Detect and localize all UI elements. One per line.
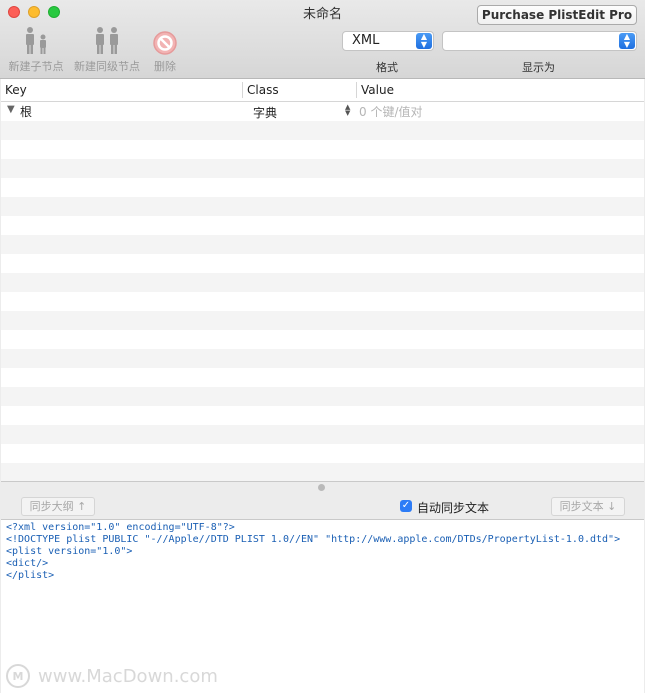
plist-editor-window: 未命名 Purchase PlistEdit Pro 新建子节点 新建同级节点 … (0, 0, 645, 693)
table-row (1, 197, 644, 216)
toolbar: 未命名 Purchase PlistEdit Pro 新建子节点 新建同级节点 … (0, 0, 645, 79)
delete-icon (148, 26, 182, 56)
table-row (1, 178, 644, 197)
table-row (1, 216, 644, 235)
table-header: Key Class Value (1, 79, 644, 102)
delete-button[interactable]: 删除 (148, 26, 182, 74)
table-row (1, 159, 644, 178)
column-header-value[interactable]: Value (361, 83, 394, 97)
format-popup[interactable]: XML ▲ ▼ (342, 31, 434, 51)
plist-outline-table[interactable]: Key Class Value ▼ 根 字典 ▲ ▼ 0 个键/值对 (1, 79, 644, 482)
popup-arrows-icon: ▲ ▼ (619, 33, 635, 49)
format-value: XML (352, 33, 380, 48)
new-sibling-button[interactable]: 新建同级节点 (72, 26, 142, 74)
disclosure-triangle-icon[interactable]: ▼ (7, 104, 15, 115)
table-row (1, 368, 644, 387)
column-header-class[interactable]: Class (247, 83, 279, 97)
table-row (1, 254, 644, 273)
class-stepper-icon[interactable]: ▲ ▼ (345, 104, 353, 117)
code-line: <?xml version="1.0" encoding="UTF-8"?> (6, 522, 235, 533)
table-row (1, 121, 644, 140)
table-row (1, 235, 644, 254)
delete-label: 删除 (154, 60, 176, 73)
code-line: <!DOCTYPE plist PUBLIC "-//Apple//DTD PL… (6, 534, 621, 545)
table-row (1, 330, 644, 349)
format-label: 格式 (376, 61, 398, 74)
new-child-label: 新建子节点 (8, 60, 64, 73)
auto-sync-label[interactable]: 自动同步文本 (417, 499, 489, 516)
code-line: </plist> (6, 570, 55, 581)
display-as-label: 显示为 (522, 61, 555, 74)
code-line: <plist version="1.0"> (6, 546, 133, 557)
table-row (1, 425, 644, 444)
sync-text-button[interactable]: 同步文本 ↓ (551, 497, 625, 516)
root-class[interactable]: 字典 (253, 104, 277, 121)
table-row (1, 444, 644, 463)
table-row (1, 349, 644, 368)
table-rows (1, 102, 644, 481)
root-value[interactable]: 0 个键/值对 (359, 103, 423, 120)
split-view-handle[interactable] (318, 484, 325, 491)
display-as-popup[interactable]: ▲ ▼ (442, 31, 637, 51)
watermark: M www.MacDown.com (6, 664, 218, 688)
new-child-icon (6, 26, 66, 56)
macdown-logo-icon: M (6, 664, 30, 688)
new-sibling-label: 新建同级节点 (74, 60, 140, 73)
code-line: <dict/> (6, 558, 49, 569)
column-divider[interactable] (242, 82, 243, 98)
watermark-text: www.MacDown.com (38, 665, 218, 687)
table-row (1, 311, 644, 330)
sync-bar: 同步大纲 ↑ ✓ 自动同步文本 同步文本 ↓ (0, 493, 645, 519)
sync-outline-button[interactable]: 同步大纲 ↑ (21, 497, 95, 516)
new-sibling-icon (72, 26, 142, 56)
purchase-button[interactable]: Purchase PlistEdit Pro (477, 5, 637, 25)
root-row[interactable]: ▼ 根 字典 ▲ ▼ 0 个键/值对 (1, 101, 644, 121)
root-key[interactable]: 根 (20, 103, 32, 120)
auto-sync-checkbox[interactable]: ✓ (400, 500, 412, 512)
table-row (1, 273, 644, 292)
column-divider[interactable] (356, 82, 357, 98)
table-row (1, 406, 644, 425)
table-row (1, 463, 644, 481)
new-child-button[interactable]: 新建子节点 (6, 26, 66, 74)
table-row (1, 387, 644, 406)
popup-arrows-icon: ▲ ▼ (416, 33, 432, 49)
column-header-key[interactable]: Key (5, 83, 27, 97)
table-row (1, 140, 644, 159)
table-row (1, 292, 644, 311)
